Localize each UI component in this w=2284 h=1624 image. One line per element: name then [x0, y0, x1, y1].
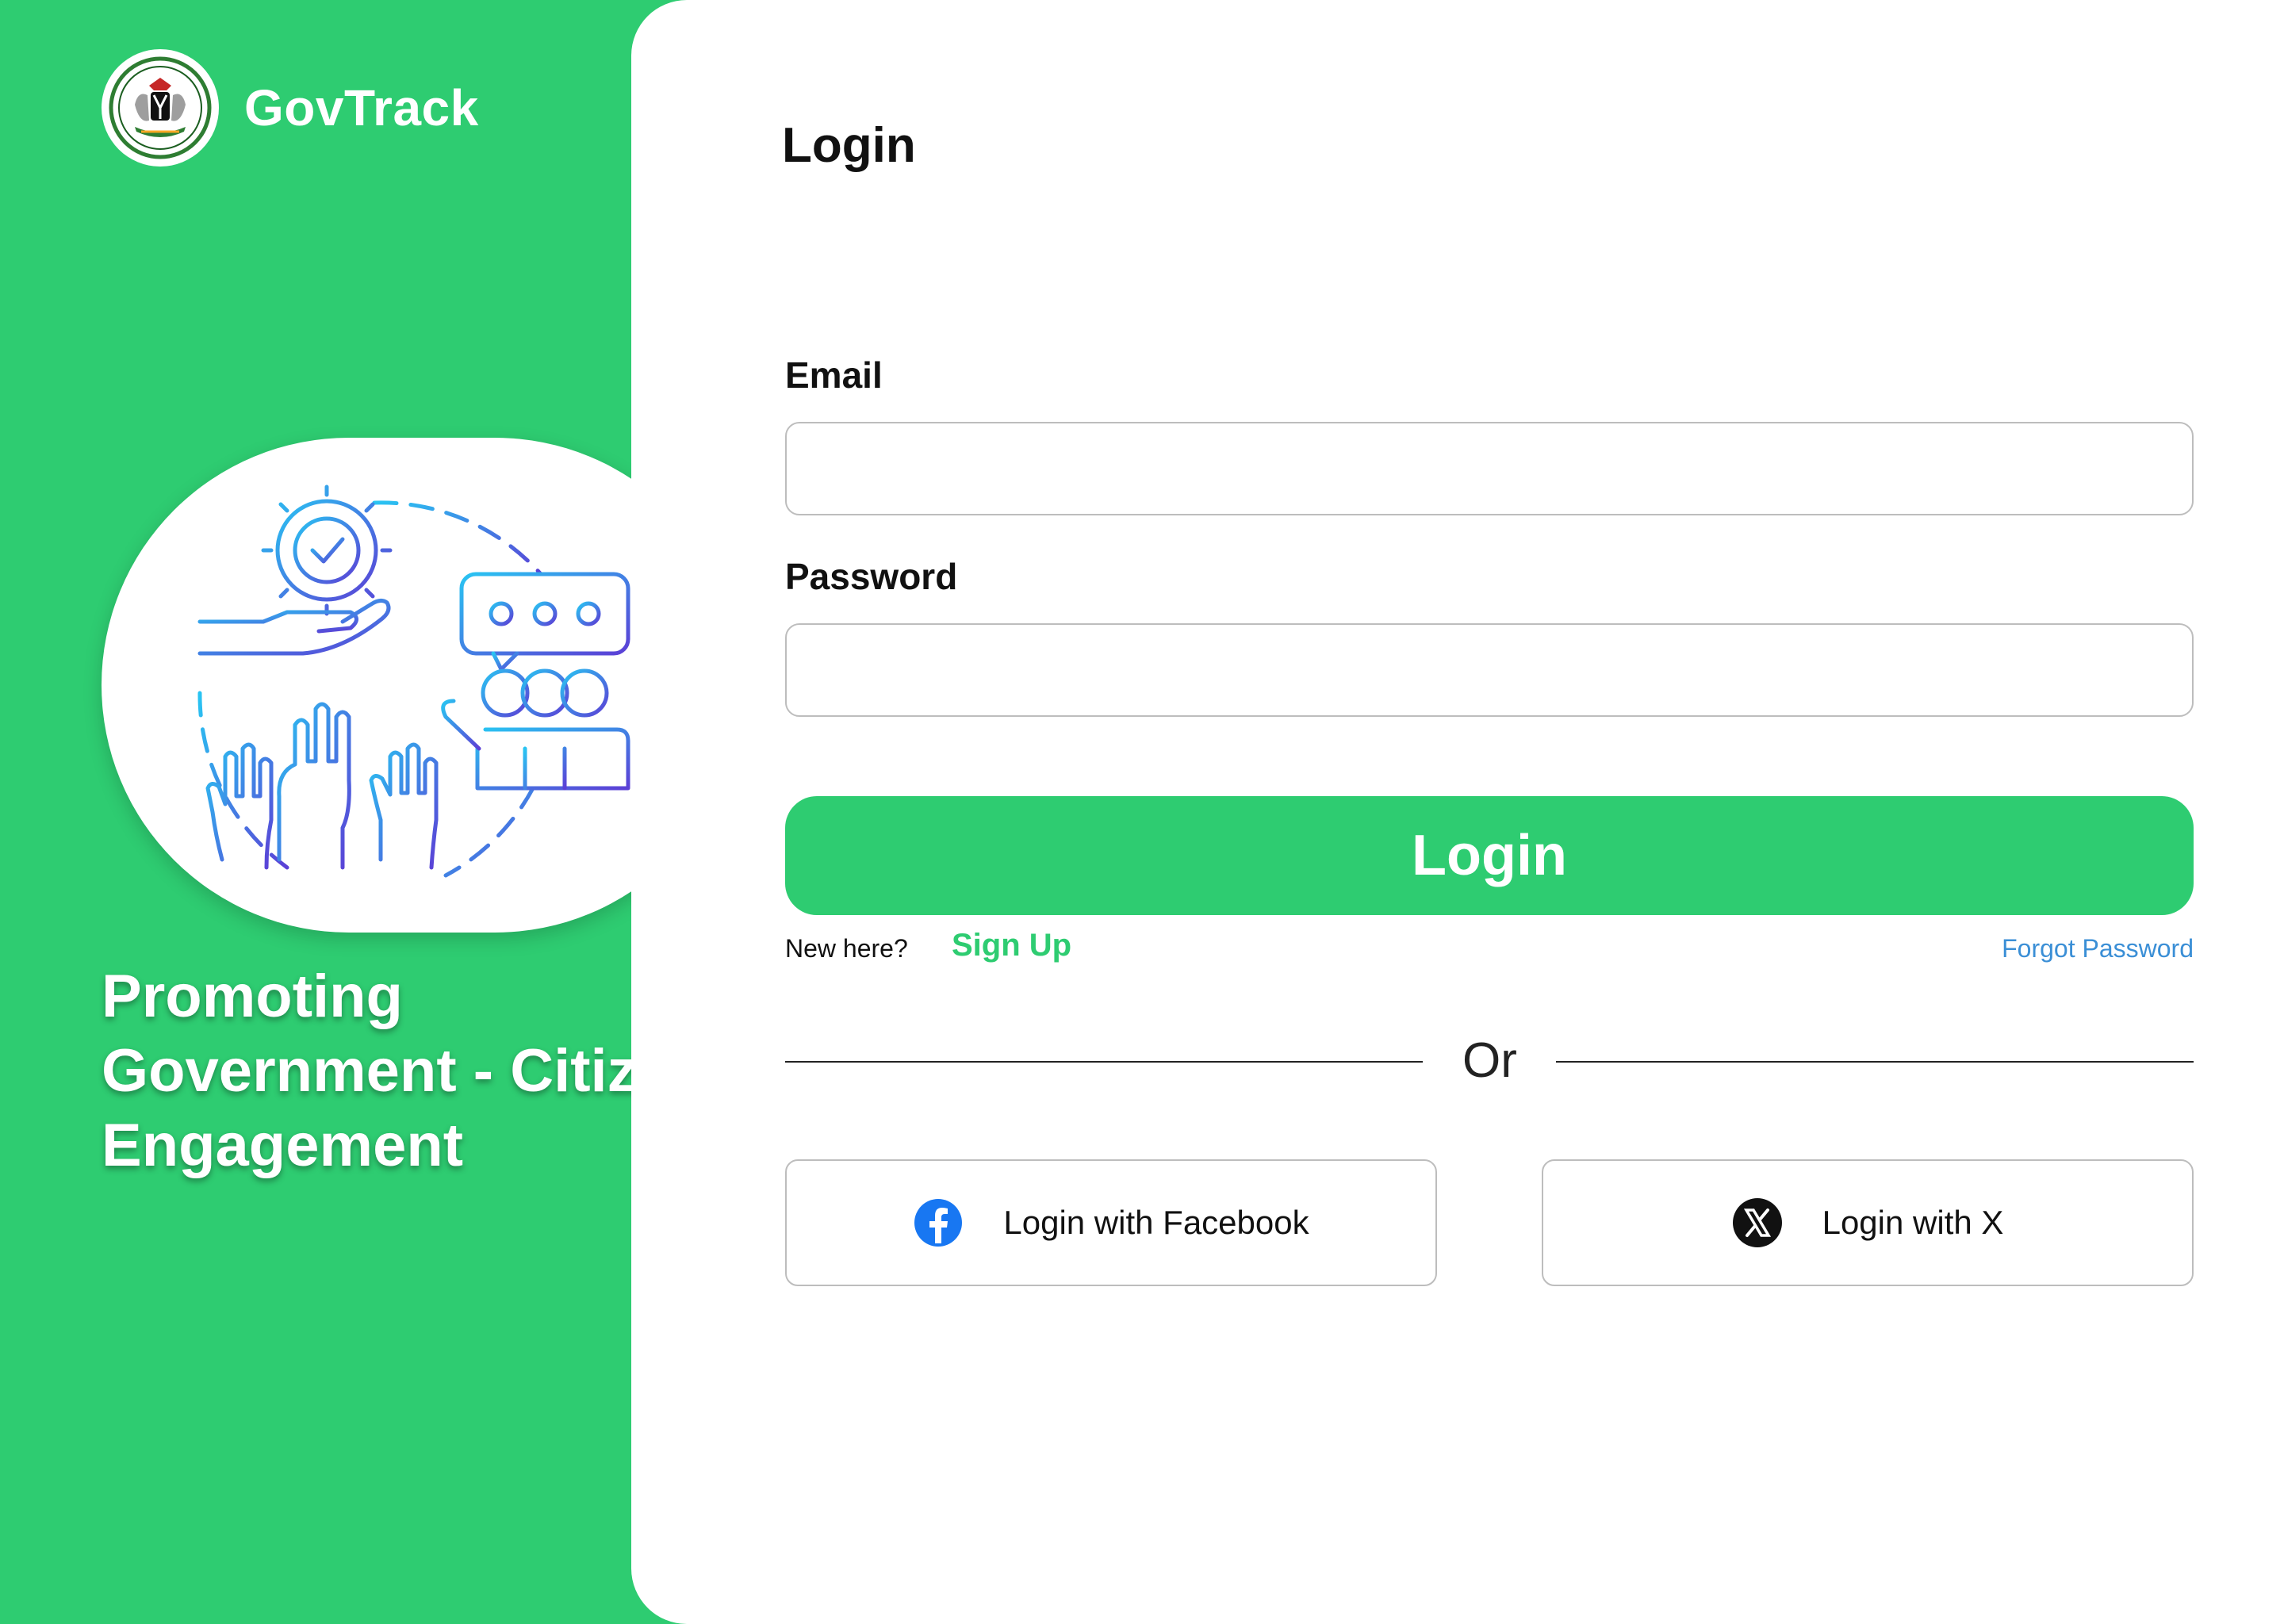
password-field[interactable] — [785, 623, 2194, 717]
divider-line-right — [1556, 1061, 2194, 1063]
login-with-x-button[interactable]: Login with X — [1542, 1159, 2194, 1286]
login-title: Login — [782, 118, 916, 173]
government-citizen-engagement-illustration — [197, 485, 630, 878]
email-field[interactable] — [785, 422, 2194, 515]
sign-up-link[interactable]: Sign Up — [952, 928, 1071, 963]
login-with-facebook-button[interactable]: Login with Facebook — [785, 1159, 1437, 1286]
divider-or-text: Or — [1462, 1033, 1517, 1088]
new-here-text: New here? — [785, 934, 908, 963]
facebook-button-label: Login with Facebook — [1003, 1204, 1309, 1241]
x-button-label: Login with X — [1822, 1204, 2004, 1241]
forgot-password-link[interactable]: Forgot Password — [2002, 934, 2194, 963]
brand-header: GovTrack — [102, 49, 479, 167]
coat-of-arms-icon — [102, 49, 219, 167]
divider-line-left — [785, 1061, 1423, 1063]
login-button[interactable]: Login — [785, 796, 2194, 915]
email-label: Email — [785, 354, 883, 396]
brand-name: GovTrack — [244, 79, 479, 136]
password-label: Password — [785, 556, 958, 597]
x-icon — [1732, 1197, 1783, 1248]
facebook-icon — [913, 1197, 964, 1248]
